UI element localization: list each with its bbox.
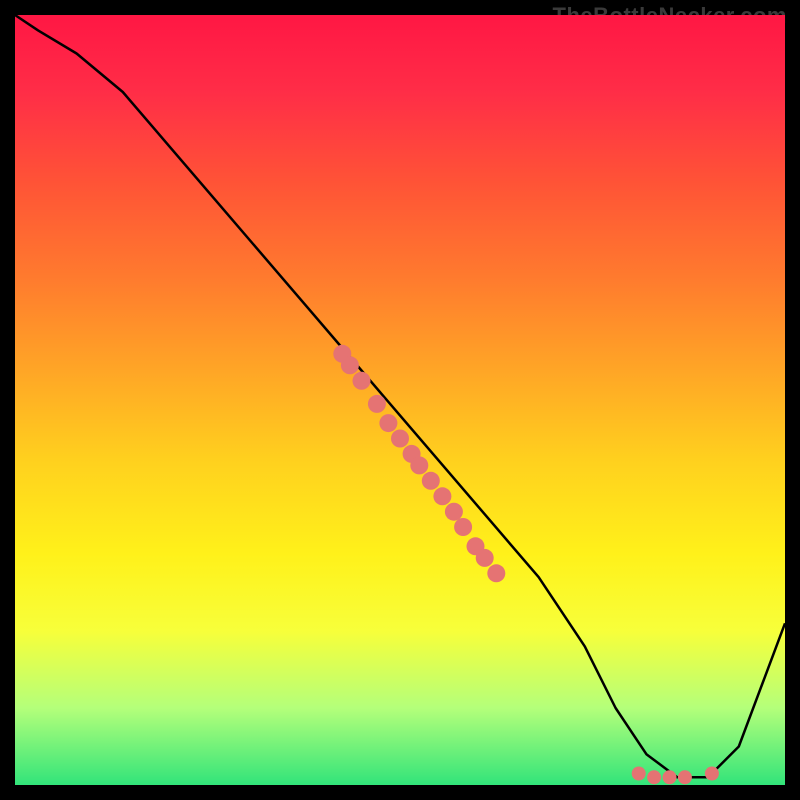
data-marker (445, 503, 463, 521)
data-marker (454, 518, 472, 536)
data-marker (476, 549, 494, 567)
data-marker (678, 770, 692, 784)
data-marker (353, 372, 371, 390)
data-marker (422, 472, 440, 490)
data-marker (663, 770, 677, 784)
data-marker (410, 456, 428, 474)
data-marker (391, 430, 409, 448)
data-marker (647, 770, 661, 784)
bottom-markers-group (632, 767, 719, 785)
data-marker (433, 487, 451, 505)
chart-container: TheBottleNecker.com (15, 15, 785, 785)
data-marker (368, 395, 386, 413)
data-marker (632, 767, 646, 781)
data-marker (341, 356, 359, 374)
data-marker (379, 414, 397, 432)
bottleneck-curve-line (15, 15, 785, 777)
line-markers-group (333, 345, 505, 583)
data-marker (705, 767, 719, 781)
data-marker (487, 564, 505, 582)
chart-svg (15, 15, 785, 785)
